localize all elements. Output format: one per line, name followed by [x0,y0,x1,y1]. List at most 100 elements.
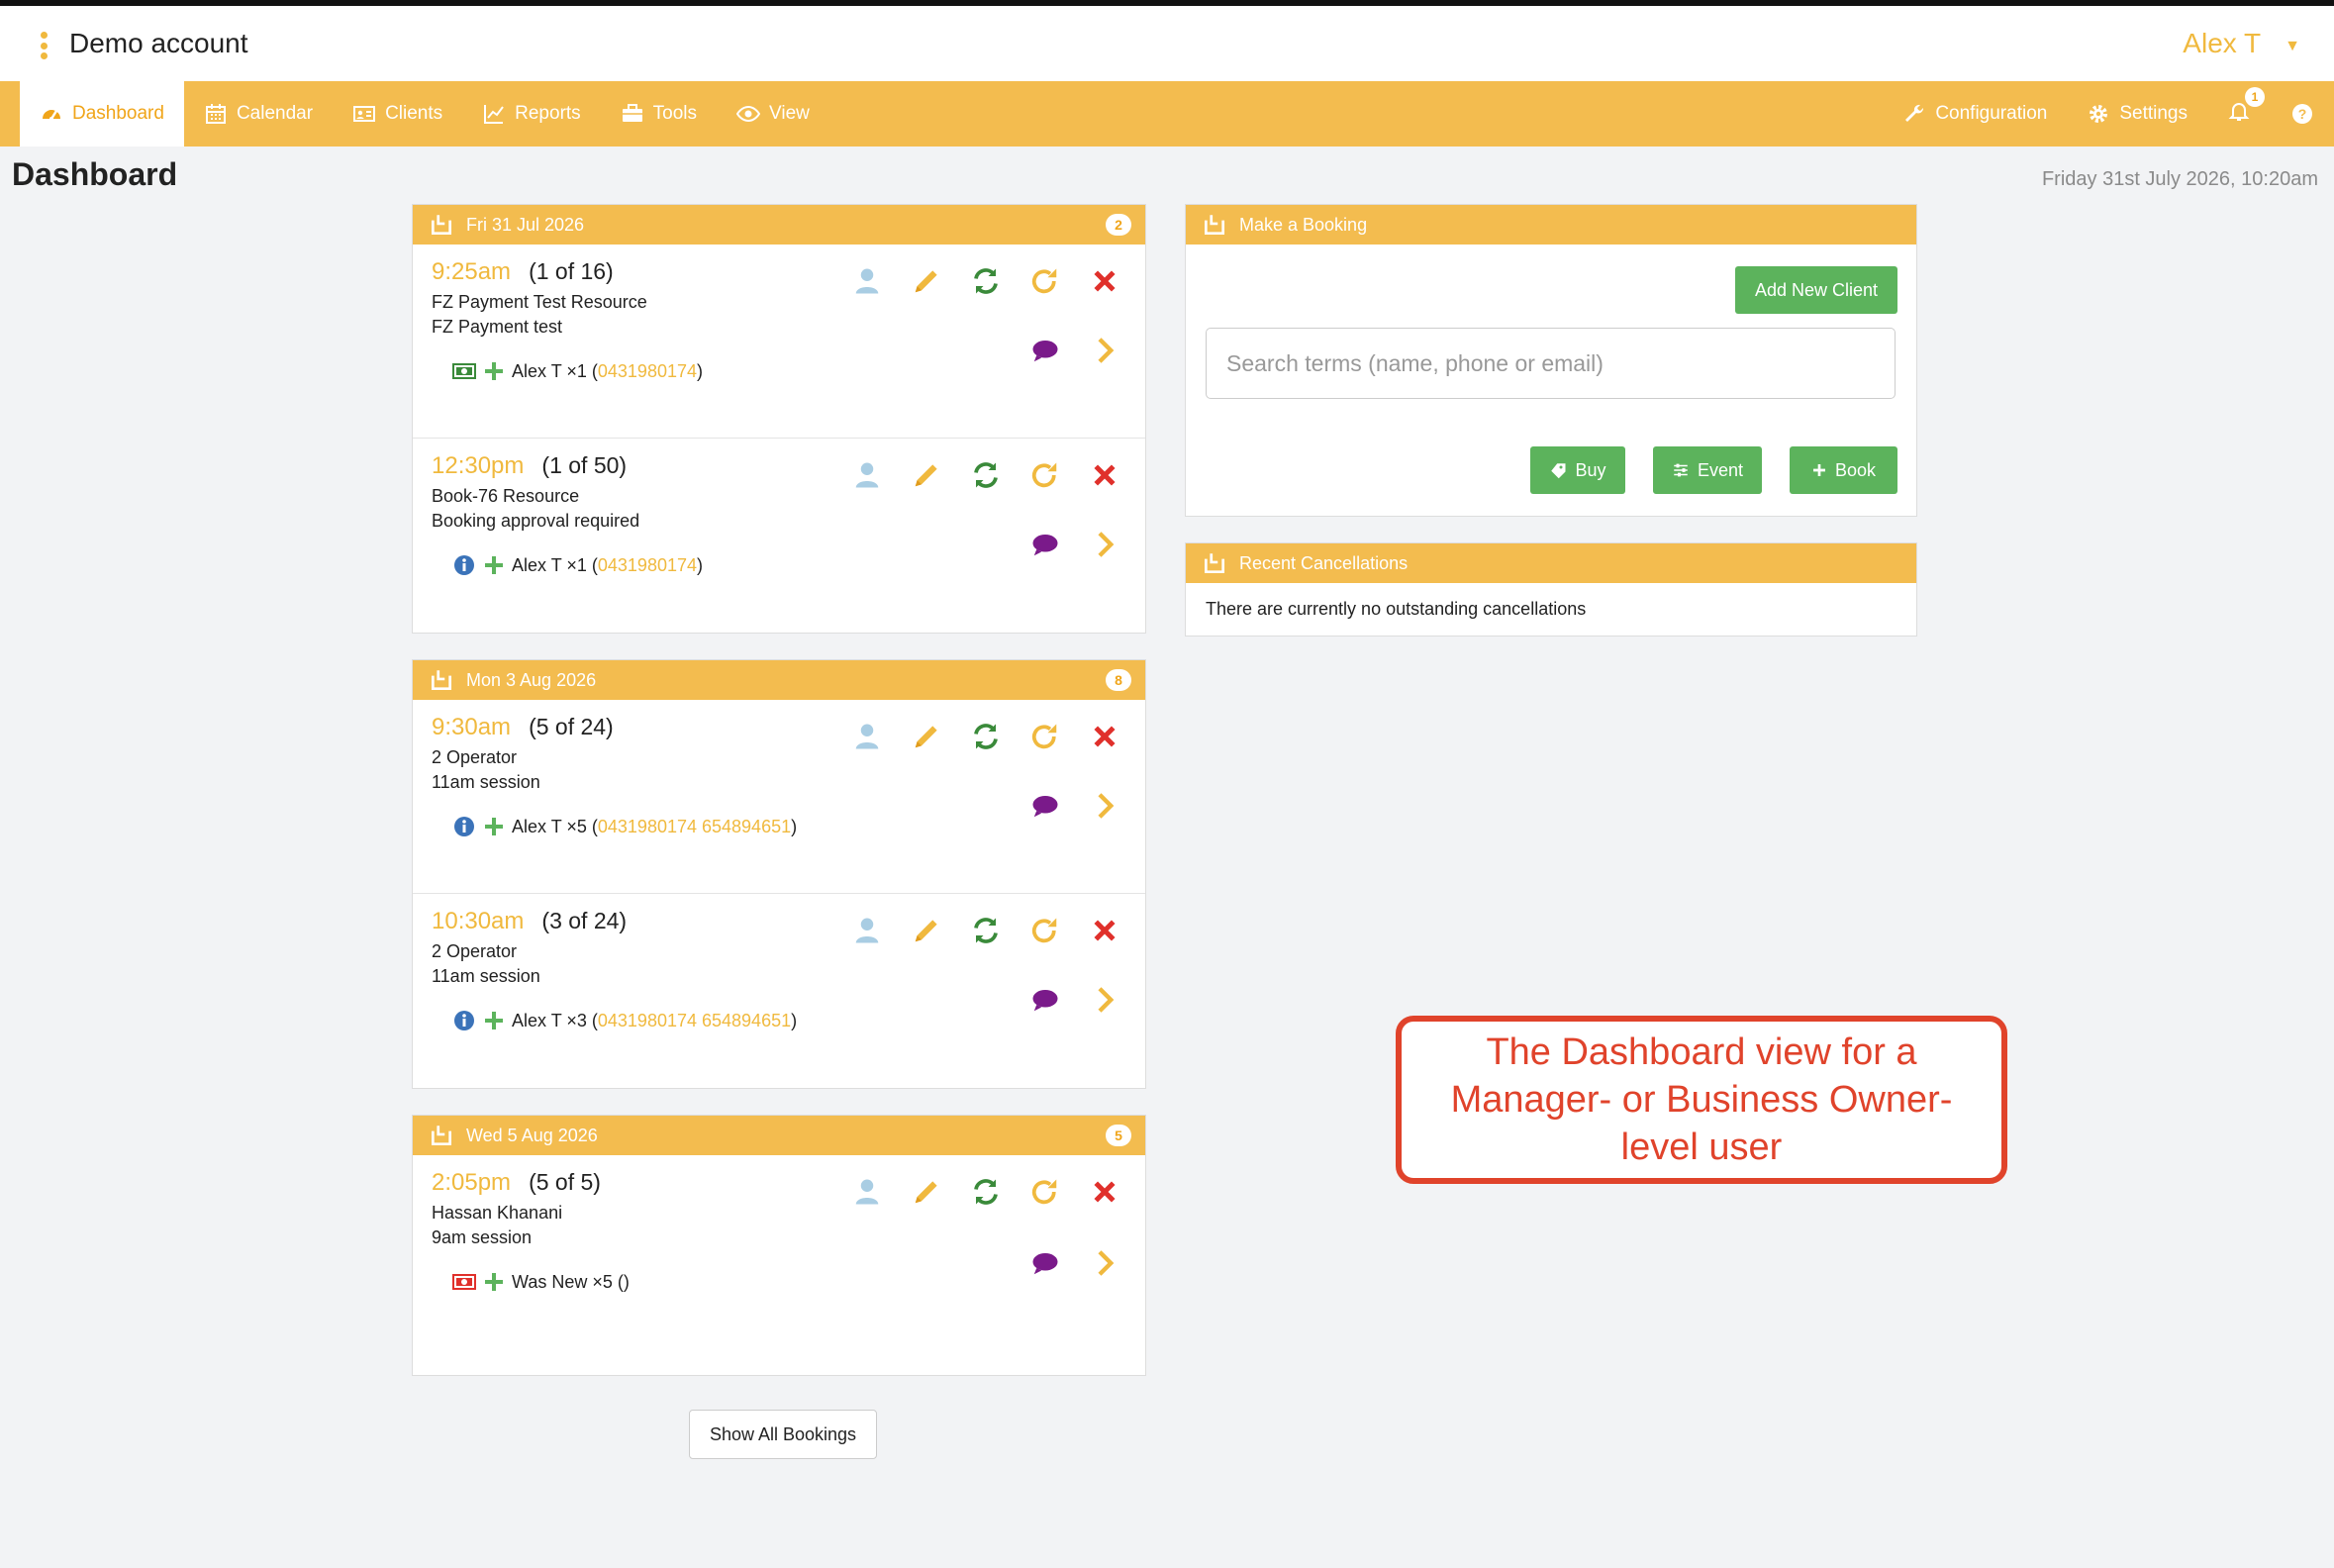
booking-actions [837,1175,1134,1209]
comment-button[interactable] [1016,1246,1075,1280]
day-panel-header: Fri 31 Jul 2026 2 [413,205,1145,245]
client-phone[interactable]: 0431980174 654894651 [598,1011,791,1030]
buy-button[interactable]: Buy [1530,446,1625,494]
comment-button[interactable] [1016,528,1075,561]
plus-icon[interactable] [482,1270,506,1294]
client-button[interactable] [837,458,897,492]
nav-notifications[interactable]: 1 [2207,81,2271,147]
comment-button[interactable] [1016,334,1075,367]
nav-label: Calendar [236,103,314,124]
nav-view[interactable]: View [717,81,829,147]
reschedule-button[interactable] [956,458,1016,492]
app-header: Demo account Alex T ▼ [0,6,2334,81]
repeat-button[interactable] [1016,1175,1075,1209]
book-button[interactable]: Book [1790,446,1897,494]
details-button[interactable] [1075,334,1134,367]
reschedule-button[interactable] [956,914,1016,947]
cancel-button[interactable] [1075,458,1134,492]
user-icon [855,462,879,488]
collapse-icon[interactable] [429,1123,454,1148]
nav-reports[interactable]: Reports [462,81,601,147]
show-all-bookings-button[interactable]: Show All Bookings [689,1410,877,1459]
details-button[interactable] [1075,983,1134,1017]
comment-button[interactable] [1016,983,1075,1017]
booking-time[interactable]: 2:05pm [432,1169,511,1197]
nav-label: Reports [515,103,581,124]
nav-help[interactable]: ? [2271,81,2334,147]
comment-button[interactable] [1016,789,1075,823]
plus-icon[interactable] [482,1009,506,1032]
edit-button[interactable] [897,914,956,947]
booking-item[interactable]: 10:30am (3 of 24) 2 Operator 11am session… [413,894,1145,1088]
client-button[interactable] [837,1175,897,1209]
booking-actions-secondary [1016,334,1134,367]
plus-icon[interactable] [482,359,506,383]
nav-calendar[interactable]: Calendar [184,81,333,147]
edit-button[interactable] [897,264,956,298]
help-icon: ? [2292,104,2312,124]
booking-actions [837,914,1134,947]
collapse-icon[interactable] [1202,550,1227,576]
kebab-menu-icon[interactable] [40,32,48,59]
plus-icon[interactable] [482,553,506,577]
cancel-button[interactable] [1075,914,1134,947]
user-menu[interactable]: Alex T ▼ [2183,28,2300,59]
details-button[interactable] [1075,1246,1134,1280]
booking-time[interactable]: 12:30pm [432,452,524,480]
details-button[interactable] [1075,789,1134,823]
event-label: Event [1697,459,1744,480]
nav-settings[interactable]: Settings [2067,81,2207,147]
client-button[interactable] [837,720,897,753]
close-paren: ) [791,816,798,836]
booking-item[interactable]: 9:30am (5 of 24) 2 Operator 11am session … [413,700,1145,894]
comment-icon [1032,796,1058,818]
reschedule-button[interactable] [956,720,1016,753]
client-button[interactable] [837,914,897,947]
info-icon [454,1011,474,1030]
refresh-icon [974,1179,998,1205]
client-search-input[interactable] [1206,328,1896,399]
client-phone[interactable]: 0431980174 [598,361,697,381]
nav-tools[interactable]: Tools [601,81,717,147]
reschedule-button[interactable] [956,264,1016,298]
reschedule-button[interactable] [956,1175,1016,1209]
tag-icon [1551,463,1566,479]
client-button[interactable] [837,264,897,298]
repeat-button[interactable] [1016,914,1075,947]
redo-icon [1031,1179,1057,1205]
collapse-icon[interactable] [429,667,454,693]
collapse-icon[interactable] [429,212,454,238]
cancel-button[interactable] [1075,264,1134,298]
booking-item[interactable]: 12:30pm (1 of 50) Book-76 Resource Bookin… [413,439,1145,633]
day-panel: Mon 3 Aug 2026 8 9:30am (5 of 24) 2 Opera… [412,659,1146,1089]
client-phone[interactable]: 0431980174 [598,555,697,575]
client-phone[interactable]: 0431980174 654894651 [598,817,791,836]
booking-time[interactable]: 10:30am [432,908,524,935]
edit-button[interactable] [897,1175,956,1209]
recent-cancellations-panel: Recent Cancellations There are currently… [1185,542,1917,637]
plus-icon[interactable] [482,815,506,838]
booking-time[interactable]: 9:25am [432,258,511,286]
repeat-button[interactable] [1016,264,1075,298]
refresh-icon [974,462,998,488]
make-booking-title: Make a Booking [1239,214,1368,235]
cancel-button[interactable] [1075,720,1134,753]
booking-service: 9am session [432,1227,533,1247]
repeat-button[interactable] [1016,720,1075,753]
details-button[interactable] [1075,528,1134,561]
user-name: Alex T [2183,28,2262,58]
booking-item[interactable]: 9:25am (1 of 16) FZ Payment Test Resource… [413,245,1145,439]
booking-actions-secondary [1016,789,1134,823]
nav-configuration[interactable]: Configuration [1883,81,2067,147]
nav-dashboard[interactable]: Dashboard [20,81,184,147]
booking-time[interactable]: 9:30am [432,714,511,741]
nav-clients[interactable]: Clients [333,81,462,147]
edit-button[interactable] [897,458,956,492]
collapse-icon[interactable] [1202,212,1227,238]
cancel-button[interactable] [1075,1175,1134,1209]
booking-item[interactable]: 2:05pm (5 of 5) Hassan Khanani 9am sessio… [413,1155,1145,1375]
repeat-button[interactable] [1016,458,1075,492]
add-new-client-button[interactable]: Add New Client [1735,266,1897,314]
event-button[interactable]: Event [1653,446,1762,494]
edit-button[interactable] [897,720,956,753]
